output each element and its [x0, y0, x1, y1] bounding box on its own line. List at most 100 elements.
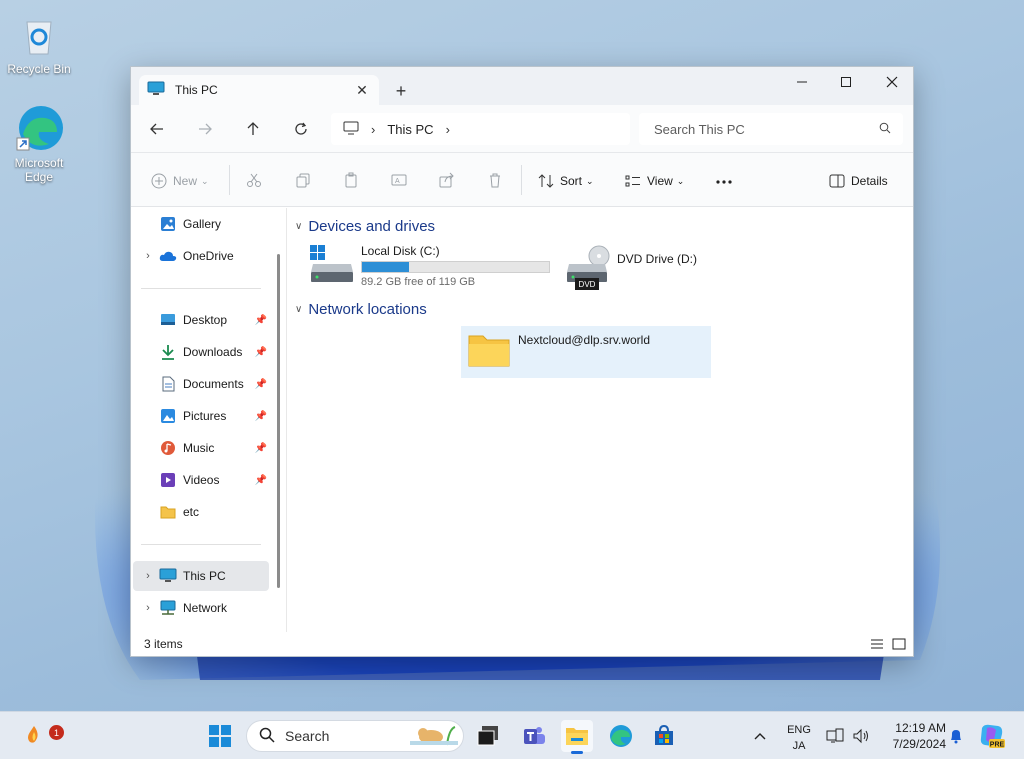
expand-chevron-icon[interactable]: › — [137, 602, 159, 614]
network-status-icon[interactable] — [822, 720, 848, 752]
pin-icon[interactable]: 📌 — [255, 411, 267, 422]
ime-label: JA — [792, 740, 806, 752]
nav-item-this-pc[interactable]: › This PC — [133, 561, 269, 591]
rename-button[interactable]: A — [391, 167, 407, 195]
pin-icon[interactable]: 📌 — [255, 475, 267, 486]
widgets-icon[interactable]: 1 — [18, 720, 64, 752]
details-button[interactable]: Details — [829, 167, 888, 195]
music-icon — [159, 440, 177, 456]
pin-icon[interactable]: 📌 — [255, 315, 267, 326]
minimize-button[interactable] — [779, 67, 825, 97]
maximize-button[interactable] — [823, 67, 869, 97]
nav-scrollbar[interactable] — [277, 254, 280, 588]
group-title: Network locations — [308, 301, 427, 318]
nav-item-documents[interactable]: Documents 📌 — [133, 369, 269, 399]
group-header-network[interactable]: ∨ Network locations — [295, 301, 427, 318]
address-box[interactable]: › This PC › — [331, 113, 630, 145]
input-language-indicator[interactable]: ENG JA — [782, 722, 816, 754]
share-button[interactable] — [439, 167, 455, 195]
paste-button[interactable] — [343, 167, 359, 195]
start-button[interactable] — [204, 720, 236, 752]
notification-bell-icon[interactable] — [942, 720, 970, 752]
details-view-button[interactable] — [869, 636, 885, 652]
copy-button[interactable] — [295, 167, 311, 195]
group-header-devices[interactable]: ∨ Devices and drives — [295, 218, 435, 235]
share-icon — [439, 172, 455, 191]
language-label: ENG — [787, 724, 811, 736]
tab-label: This PC — [175, 83, 218, 97]
tab-this-pc[interactable]: This PC ✕ — [139, 75, 379, 105]
sort-button[interactable]: Sort ⌄ — [538, 167, 594, 195]
expand-chevron-icon[interactable]: › — [137, 250, 159, 262]
nav-item-gallery[interactable]: Gallery — [133, 209, 269, 239]
title-bar: This PC ✕ + — [131, 67, 913, 105]
nav-label: Pictures — [183, 409, 227, 423]
view-button[interactable]: View ⌄ — [625, 167, 684, 195]
drive-dvd-d[interactable]: DVD DVD Drive (D:) — [565, 244, 697, 293]
clock-time: 12:19 AM — [895, 721, 946, 735]
edge-taskbar-icon[interactable] — [605, 720, 637, 752]
nav-item-network[interactable]: › Network — [133, 593, 269, 623]
breadcrumb-chevron-icon[interactable]: › — [371, 122, 375, 137]
folder-icon — [468, 333, 510, 370]
new-button[interactable]: New ⌄ — [151, 167, 209, 195]
task-view-icon[interactable] — [472, 720, 504, 752]
breadcrumb-this-pc[interactable]: This PC — [387, 122, 433, 137]
nav-item-videos[interactable]: Videos 📌 — [133, 465, 269, 495]
desktop-icon-recycle-bin[interactable]: Recycle Bin — [1, 10, 77, 76]
nav-item-pictures[interactable]: Pictures 📌 — [133, 401, 269, 431]
command-bar: New ⌄ A Sort ⌄ View ⌄ Details — [131, 153, 913, 207]
drive-local-disk-c[interactable]: Local Disk (C:) 89.2 GB free of 119 GB — [309, 244, 550, 288]
nav-label: Gallery — [183, 217, 222, 231]
clock[interactable]: 12:19 AM 7/29/2024 — [880, 720, 946, 752]
nav-item-desktop[interactable]: Desktop 📌 — [133, 305, 269, 335]
teams-icon[interactable] — [518, 720, 550, 752]
more-options-button[interactable] — [715, 167, 733, 195]
group-title: Devices and drives — [308, 218, 436, 235]
download-icon — [159, 344, 177, 360]
close-tab-icon[interactable]: ✕ — [351, 79, 373, 101]
chevron-down-icon: ⌄ — [586, 175, 594, 186]
large-icons-view-button[interactable] — [891, 636, 907, 652]
expand-chevron-icon[interactable]: › — [137, 570, 159, 582]
copilot-icon[interactable]: PRE — [976, 720, 1008, 752]
new-tab-button[interactable]: + — [389, 79, 413, 103]
search-icon[interactable] — [879, 122, 891, 137]
chevron-down-icon: ⌄ — [676, 175, 685, 186]
back-button[interactable] — [144, 117, 170, 141]
sort-icon — [538, 173, 554, 189]
cut-button[interactable] — [246, 167, 262, 195]
nav-item-onedrive[interactable]: › OneDrive — [133, 241, 269, 271]
pin-icon[interactable]: 📌 — [255, 347, 267, 358]
search-box[interactable] — [639, 113, 903, 145]
forward-button[interactable] — [192, 117, 218, 141]
taskbar-search-box[interactable]: Search — [246, 720, 464, 752]
pin-icon[interactable]: 📌 — [255, 443, 267, 454]
gallery-icon — [159, 216, 177, 232]
nav-label: Downloads — [183, 345, 243, 359]
cloud-icon — [159, 248, 177, 264]
refresh-button[interactable] — [288, 117, 314, 141]
details-pane-icon — [829, 174, 845, 188]
scissors-icon — [246, 172, 262, 191]
store-icon[interactable] — [648, 720, 680, 752]
disk-usage-bar — [361, 261, 550, 273]
desktop-icon-label: Recycle Bin — [7, 62, 71, 76]
show-hidden-icons-button[interactable] — [744, 720, 776, 752]
nav-item-music[interactable]: Music 📌 — [133, 433, 269, 463]
file-explorer-taskbar-icon[interactable] — [561, 720, 593, 754]
search-highlight-icon — [409, 723, 459, 750]
nav-item-etc[interactable]: etc — [133, 497, 269, 527]
collapse-chevron-icon[interactable]: ∨ — [295, 304, 302, 315]
volume-icon[interactable] — [848, 720, 874, 752]
network-location-item[interactable]: Nextcloud@dlp.srv.world — [461, 326, 711, 378]
breadcrumb-chevron-icon[interactable]: › — [446, 122, 450, 137]
pin-icon[interactable]: 📌 — [255, 379, 267, 390]
up-button[interactable] — [240, 117, 266, 141]
close-window-button[interactable] — [869, 67, 913, 97]
desktop-icon-microsoft-edge[interactable]: Microsoft Edge — [1, 104, 77, 184]
nav-item-downloads[interactable]: Downloads 📌 — [133, 337, 269, 367]
collapse-chevron-icon[interactable]: ∨ — [295, 221, 302, 232]
delete-button[interactable] — [487, 167, 503, 195]
search-input[interactable] — [654, 121, 879, 137]
